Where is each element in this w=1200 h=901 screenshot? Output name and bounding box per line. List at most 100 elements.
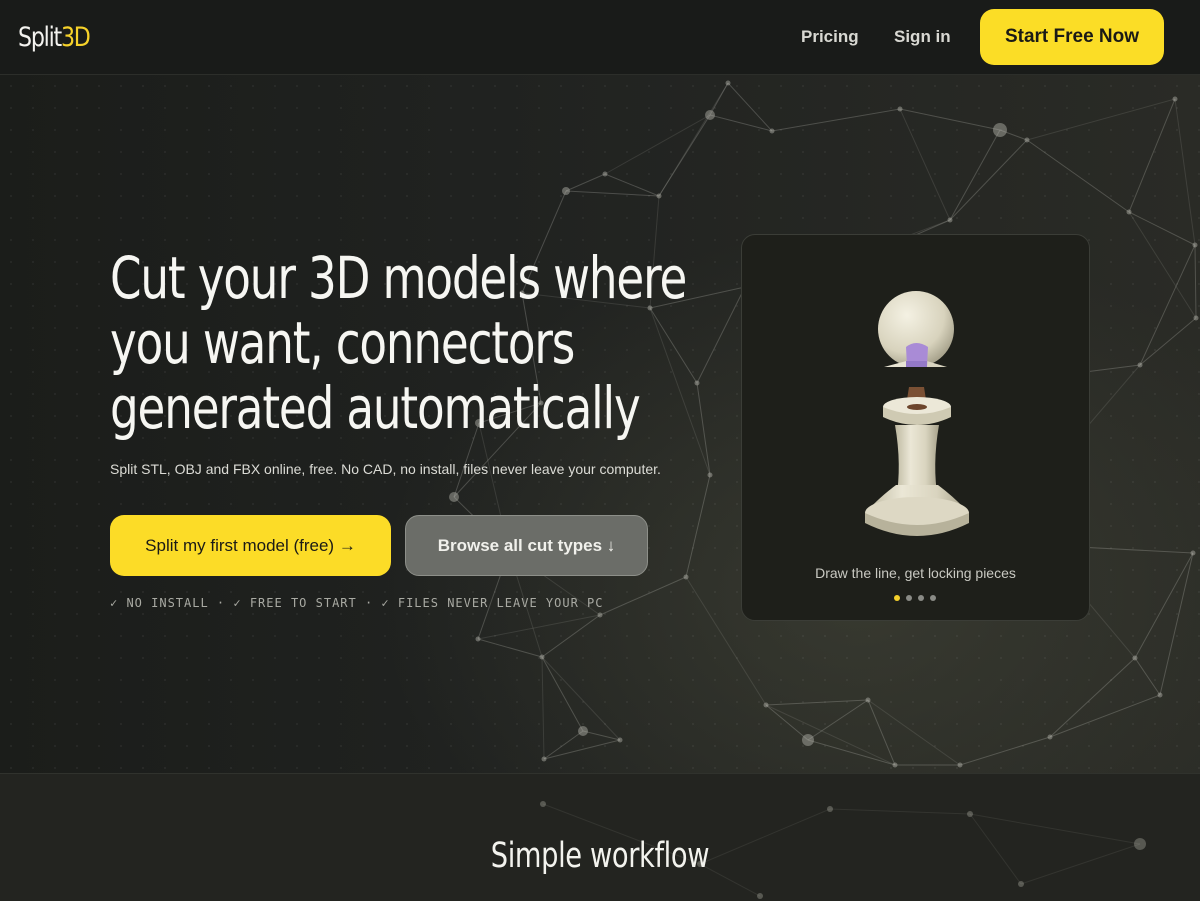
mesh-line <box>649 307 698 384</box>
mesh-node <box>707 472 713 478</box>
mesh-node <box>802 734 814 746</box>
hero-subtitle: Split STL, OBJ and FBX online, free. No … <box>110 461 661 477</box>
mesh-line <box>829 808 971 815</box>
mesh-node <box>757 893 763 899</box>
mesh-line <box>765 699 869 706</box>
mesh-node <box>541 756 547 762</box>
mesh-node <box>763 702 769 708</box>
mesh-line <box>1174 98 1196 246</box>
mesh-node <box>1137 362 1143 368</box>
mesh-line <box>807 739 896 766</box>
brand-name-main: Split <box>18 22 62 53</box>
mesh-line <box>899 108 951 221</box>
mesh-node <box>656 193 662 199</box>
mesh-line <box>543 739 621 760</box>
mesh-line <box>696 382 711 476</box>
mesh-node <box>694 380 700 386</box>
mesh-node <box>1024 137 1030 143</box>
mesh-line <box>696 286 746 384</box>
mesh-line <box>685 474 711 578</box>
carousel-dot[interactable] <box>918 595 924 601</box>
mesh-line <box>765 704 809 741</box>
mesh-node <box>597 612 603 618</box>
mesh-line <box>727 82 773 132</box>
brand-logo[interactable]: Split3D <box>18 18 91 58</box>
split-first-model-button[interactable]: Split my first model (free) → <box>110 515 391 576</box>
mesh-node <box>705 110 715 120</box>
start-free-now-button[interactable]: Start Free Now <box>980 9 1164 65</box>
mesh-line <box>604 114 711 175</box>
mesh-node <box>967 811 973 817</box>
mesh-line <box>709 82 729 116</box>
mesh-node <box>578 726 588 736</box>
mesh-node <box>683 574 689 580</box>
mesh-line <box>1026 98 1176 141</box>
mesh-line <box>599 576 687 616</box>
split-pawn-illustration <box>865 291 969 536</box>
model-preview-card: Draw the line, get locking pieces <box>741 234 1090 621</box>
mesh-node <box>897 106 903 112</box>
carousel-dot[interactable] <box>930 595 936 601</box>
hero-title-line: Cut your 3D models where <box>110 244 687 312</box>
mesh-line <box>1139 317 1197 366</box>
mesh-node <box>1132 655 1138 661</box>
nav-link-sign-in[interactable]: Sign in <box>894 24 951 50</box>
mesh-node <box>602 171 608 177</box>
carousel-dots <box>894 595 942 603</box>
mesh-node <box>957 762 963 768</box>
mesh-line <box>1049 694 1161 738</box>
mesh-line <box>899 108 1001 131</box>
mesh-line <box>477 638 543 658</box>
mesh-node <box>827 806 833 812</box>
mesh-node <box>1193 315 1199 321</box>
mesh-line <box>949 129 1001 221</box>
mesh-line <box>541 656 545 760</box>
mesh-line <box>1128 98 1176 213</box>
mesh-line <box>1134 657 1161 696</box>
preview-caption: Draw the line, get locking pieces <box>815 565 1016 581</box>
mesh-line <box>565 190 660 197</box>
mesh-line <box>604 173 660 197</box>
mesh-line <box>709 114 773 132</box>
mesh-node <box>1157 692 1163 698</box>
hero-title-line: generated automatically <box>110 374 641 442</box>
nav-link-pricing[interactable]: Pricing <box>801 24 859 50</box>
mesh-node <box>947 217 953 223</box>
mesh-line <box>565 173 606 192</box>
mesh-line <box>949 139 1028 221</box>
mesh-node <box>562 187 570 195</box>
mesh-line <box>1049 657 1136 738</box>
carousel-dot[interactable] <box>894 595 900 601</box>
mesh-line <box>582 730 621 741</box>
carousel-dot[interactable] <box>906 595 912 601</box>
mesh-node <box>1172 96 1178 102</box>
mesh-node <box>769 128 775 134</box>
mesh-node <box>1190 550 1196 556</box>
mesh-node <box>1192 242 1198 248</box>
mesh-node <box>475 636 481 642</box>
mesh-node <box>993 123 1007 137</box>
mesh-line <box>543 730 584 760</box>
mesh-node <box>449 492 459 502</box>
mesh-line <box>1159 552 1194 696</box>
brand-name-accent: 3D <box>60 22 91 53</box>
mesh-line <box>1139 244 1196 366</box>
mesh-line <box>477 614 601 640</box>
hero-title-line: you want, connectors <box>110 309 575 377</box>
browse-cut-types-button[interactable]: Browse all cut types ↓ <box>405 515 648 576</box>
mesh-line <box>771 108 901 132</box>
mesh-line <box>1134 552 1194 659</box>
site-header: Split3D Pricing Sign in Start Free Now <box>0 0 1200 75</box>
mesh-node <box>540 801 546 807</box>
mesh-node <box>617 737 623 743</box>
workflow-section: Simple workflow <box>0 773 1200 901</box>
mesh-line <box>765 704 896 766</box>
workflow-title: Simple workflow <box>0 836 1200 876</box>
mesh-node <box>1018 881 1024 887</box>
workflow-title-text: Simple workflow <box>490 836 710 876</box>
mesh-line <box>658 114 711 197</box>
mesh-line <box>1026 139 1130 213</box>
mesh-node <box>539 654 545 660</box>
mesh-node <box>865 697 871 703</box>
mesh-line <box>807 699 869 741</box>
